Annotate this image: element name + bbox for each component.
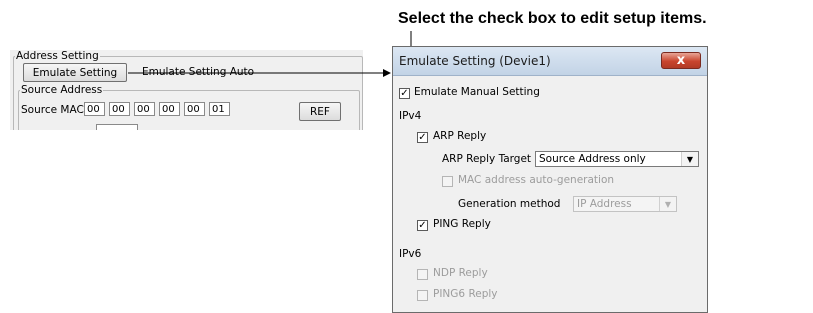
- ref-button[interactable]: REF: [299, 102, 341, 121]
- generation-method-select[interactable]: IP Address ▼: [573, 196, 677, 212]
- arp-reply-target-select[interactable]: Source Address only ▼: [535, 151, 699, 167]
- emulate-setting-button[interactable]: Emulate Setting: [23, 63, 127, 82]
- arp-reply-target-value: Source Address only: [539, 153, 646, 165]
- generation-method-label: Generation method: [458, 198, 561, 210]
- source-mac-fields: 00 00 00 00 00 01: [84, 102, 254, 118]
- ndp-reply-checkbox[interactable]: [417, 269, 428, 280]
- emulate-setting-button-label: Emulate Setting: [32, 66, 118, 79]
- arp-reply-target-label: ARP Reply Target: [442, 153, 532, 165]
- mac-auto-generation-label: MAC address auto-generation: [458, 174, 615, 186]
- ndp-reply-label: NDP Reply: [433, 267, 488, 279]
- ipv4-section-label: IPv4: [399, 110, 422, 122]
- arp-reply-label: ARP Reply: [433, 130, 487, 142]
- close-icon: x: [676, 53, 686, 68]
- mac-octet-field[interactable]: 01: [209, 102, 230, 116]
- mac-octet-field[interactable]: 00: [109, 102, 130, 116]
- ping6-reply-checkbox[interactable]: [417, 290, 428, 301]
- chevron-down-icon: ▼: [659, 197, 676, 211]
- emulate-arrow-head: [383, 69, 391, 77]
- ref-button-label: REF: [310, 105, 330, 118]
- instruction-callout: Select the check box to edit setup items…: [398, 10, 707, 27]
- mac-octet-field[interactable]: 00: [134, 102, 155, 116]
- ping-reply-label: PING Reply: [433, 218, 491, 230]
- emulate-manual-setting-checkbox[interactable]: ✓: [399, 88, 410, 99]
- emulate-manual-setting-label: Emulate Manual Setting: [414, 86, 540, 98]
- source-address-group-label: Source Address: [20, 84, 104, 96]
- mac-auto-generation-checkbox[interactable]: [442, 176, 453, 187]
- arp-reply-checkbox[interactable]: ✓: [417, 132, 428, 143]
- generation-method-value: IP Address: [577, 198, 632, 210]
- address-setting-panel: Address Setting Emulate Setting Emulate …: [10, 50, 363, 130]
- address-setting-group-label: Address Setting: [15, 50, 100, 62]
- source-mac-label: Source MAC: [21, 104, 84, 116]
- dialog-titlebar[interactable]: Emulate Setting (Devie1) x: [393, 47, 707, 76]
- partial-field-below: [96, 124, 138, 130]
- chevron-down-icon: ▼: [681, 152, 698, 166]
- emulate-setting-dialog: Emulate Setting (Devie1) x ✓ Emulate Man…: [392, 46, 708, 313]
- mac-octet-field[interactable]: 00: [184, 102, 205, 116]
- ipv6-section-label: IPv6: [399, 248, 422, 260]
- dialog-title: Emulate Setting (Devie1): [399, 54, 551, 68]
- ping-reply-checkbox[interactable]: ✓: [417, 220, 428, 231]
- mac-octet-field[interactable]: 00: [159, 102, 180, 116]
- mac-octet-field[interactable]: 00: [84, 102, 105, 116]
- emulate-setting-auto-label: Emulate Setting Auto: [142, 66, 255, 78]
- ping6-reply-label: PING6 Reply: [433, 288, 498, 300]
- close-button[interactable]: x: [661, 52, 701, 69]
